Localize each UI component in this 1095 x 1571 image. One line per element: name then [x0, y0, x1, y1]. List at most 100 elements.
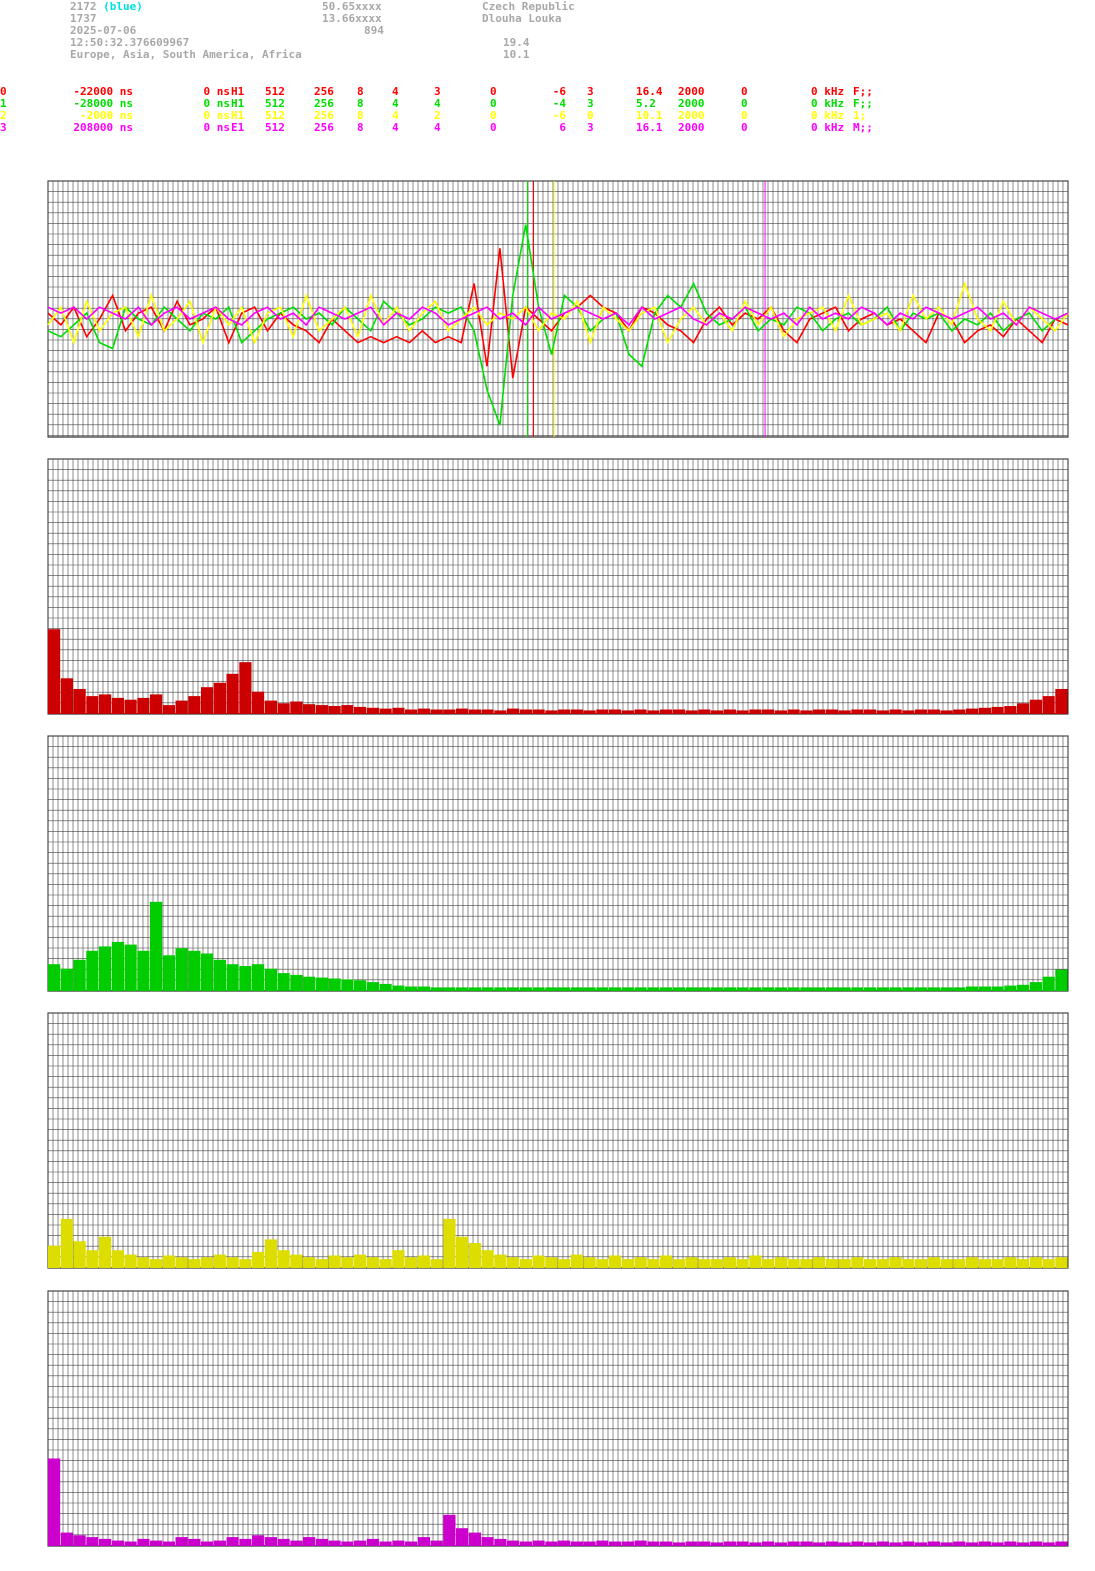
spectrum-2-bar	[876, 987, 889, 991]
spectrum-1-bar	[723, 709, 736, 714]
spectrum-3-bar	[749, 1255, 762, 1268]
spectrum-2-bar	[290, 974, 303, 991]
spectrum-4-bar	[150, 1540, 163, 1546]
spectrum-1-bar	[519, 709, 532, 714]
spectrum-4-bar	[813, 1542, 826, 1546]
spectrum-3-bar	[303, 1257, 316, 1268]
spectrum-2-bar	[48, 964, 61, 991]
spectrum-4-bar	[927, 1541, 940, 1546]
spectrum-2-bar	[634, 987, 647, 991]
spectrum-2-bar	[137, 950, 150, 991]
spectrum-3-bar	[800, 1259, 813, 1268]
spectrum-1-bar	[838, 710, 851, 714]
spectrum-1-bar	[137, 697, 150, 714]
spectrum-2-bar	[532, 987, 545, 991]
spectrum-2-bar	[1017, 984, 1030, 991]
spectrum-3-bar	[481, 1250, 494, 1268]
spectrum-4-bar	[1004, 1541, 1017, 1546]
spectrum-1-bar	[507, 708, 520, 714]
spectrum-4-bar	[1029, 1541, 1042, 1546]
spectrum-3-bar	[583, 1257, 596, 1268]
spectrum-1-bar	[685, 710, 698, 714]
spectrum-4-bar	[902, 1541, 915, 1546]
spectrum-3-bar	[341, 1257, 354, 1268]
spectrum-1-bar	[392, 707, 405, 714]
spectrum-4-bar	[277, 1538, 290, 1546]
spectrum-4-bar	[507, 1540, 520, 1546]
spectrum-4-bar	[762, 1541, 775, 1546]
spectrum-2-bar	[609, 987, 622, 991]
spectrum-2-bar	[124, 944, 137, 991]
spectrum-4-bar	[264, 1537, 277, 1546]
spectrum-2-bar	[1055, 969, 1068, 991]
spectrum-4-bar	[1042, 1542, 1055, 1546]
spectrum-2-bar	[315, 977, 328, 991]
spectrum-4-bar	[226, 1537, 239, 1546]
spectrum-4-bar	[774, 1542, 787, 1546]
spectrum-2-bar	[328, 978, 341, 991]
spectrum-2-bar	[570, 987, 583, 991]
spectrum-4-bar	[111, 1540, 124, 1546]
spectrum-1-bar	[940, 710, 953, 714]
spectrum-1-bar	[303, 704, 316, 714]
spectrum-3-bar	[430, 1259, 443, 1268]
spectrum-2-bar	[902, 987, 915, 991]
spectrum-4-bar	[570, 1541, 583, 1546]
spectrum-2-bar	[175, 948, 188, 991]
spectrum-1-bar	[175, 700, 188, 714]
spectrum-3-bar	[48, 1245, 61, 1268]
spectrum-1-bar	[379, 708, 392, 714]
spectrum-4-bar	[124, 1541, 137, 1546]
spectrum-3-bar	[507, 1257, 520, 1268]
spectrum-4-bar	[825, 1541, 838, 1546]
spectrum-3-bar	[978, 1259, 991, 1268]
spectrum-3-bar	[277, 1250, 290, 1268]
spectrum-1-bar	[328, 706, 341, 714]
spectrum-4-bar	[73, 1535, 86, 1546]
spectrum-3-bar	[175, 1257, 188, 1268]
spectrum-2-bar	[583, 987, 596, 991]
spectrum-4-bar	[366, 1538, 379, 1546]
spectrum-4-bar	[596, 1540, 609, 1546]
spectrum-2-bar	[392, 985, 405, 991]
spectrum-4-bar	[1055, 1541, 1068, 1546]
spectrum-1-bar	[864, 709, 877, 714]
spectrum-2-bar	[838, 987, 851, 991]
spectrum-1-bar	[915, 709, 928, 714]
spectrum-2-bar	[774, 987, 787, 991]
spectrum-1-bar	[1055, 689, 1068, 714]
spectrum-1-bar	[800, 710, 813, 714]
spectrum-2-bar	[252, 964, 265, 991]
spectrum-2-bar	[660, 987, 673, 991]
spectrum-3-bar	[315, 1259, 328, 1268]
spectrum-3-bar	[290, 1254, 303, 1268]
spectrum-1-bar	[813, 709, 826, 714]
spectrum-4-bar	[430, 1540, 443, 1546]
spectrum-2-bar	[239, 966, 252, 991]
spectrum-2-bar	[481, 987, 494, 991]
spectrum-2-bar	[277, 973, 290, 991]
spectrum-1-bar	[762, 709, 775, 714]
spectrum-2-bar	[558, 987, 571, 991]
spectrum-1-bar	[672, 709, 685, 714]
spectrum-4-bar	[188, 1538, 201, 1546]
spectrum-4-bar	[672, 1542, 685, 1546]
spectrum-4-bar	[609, 1541, 622, 1546]
spectrum-1-bar	[978, 707, 991, 714]
spectrum-2-bar	[405, 986, 418, 991]
spectrum-3-bar	[953, 1259, 966, 1268]
spectrum-1-bar	[366, 707, 379, 714]
spectrum-3-bar	[532, 1255, 545, 1268]
spectrum-2-bar	[991, 986, 1004, 991]
spectrum-3-bar	[558, 1259, 571, 1268]
spectrum-2-bar	[940, 987, 953, 991]
spectrum-4-bar	[494, 1538, 507, 1546]
spectrum-1-bar	[736, 710, 749, 714]
spectrum-1-bar	[570, 709, 583, 714]
spectrum-4-bar	[698, 1541, 711, 1546]
spectrum-4-bar	[417, 1537, 430, 1546]
spectrum-2-bar	[366, 982, 379, 991]
spectrum-1-bar	[290, 701, 303, 714]
spectrum-1-bar	[749, 709, 762, 714]
spectrum-4-bar	[175, 1537, 188, 1546]
